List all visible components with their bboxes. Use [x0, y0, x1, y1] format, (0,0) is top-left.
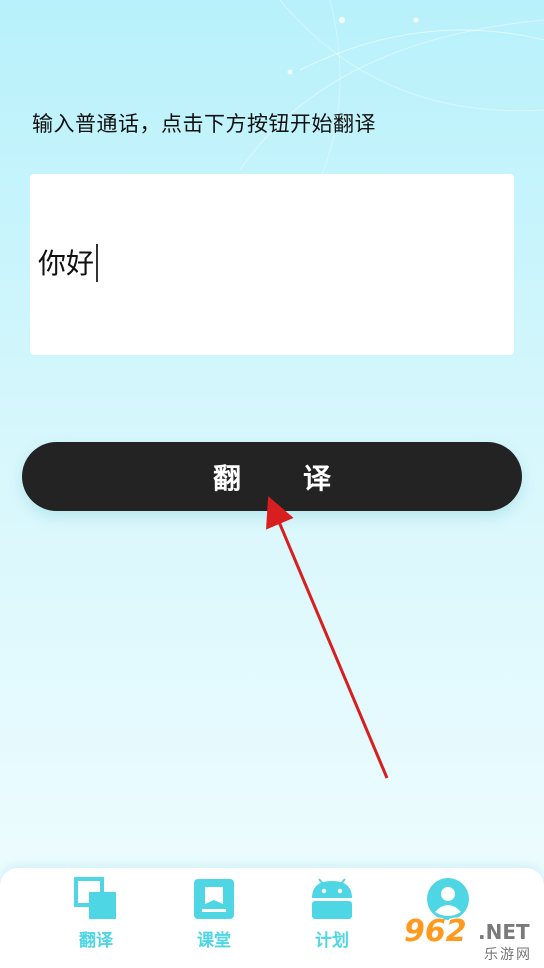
book-icon — [194, 879, 234, 919]
watermark-domain: .NET — [478, 920, 530, 944]
input-value: 你好 — [38, 247, 95, 280]
instruction-text: 输入普通话，点击下方按钮开始翻译 — [32, 112, 376, 136]
nav-item-classroom[interactable]: 课堂 — [164, 876, 264, 951]
nav-item-translate[interactable]: 翻译 — [46, 876, 146, 951]
translate-button[interactable]: 翻译 — [22, 442, 522, 511]
translate-icon — [74, 877, 116, 919]
android-icon — [312, 878, 352, 919]
watermark-site: 乐游网 — [484, 947, 532, 963]
nav-label-classroom: 课堂 — [197, 931, 231, 951]
site-watermark: 962 .NET 乐游网 — [398, 912, 544, 968]
nav-item-plan[interactable]: 计划 — [282, 876, 382, 951]
watermark-number: 962 — [404, 914, 467, 949]
mandarin-input-field[interactable]: 你好 — [30, 174, 514, 355]
text-cursor — [96, 244, 99, 282]
nav-label-plan: 计划 — [315, 931, 349, 951]
nav-label-translate: 翻译 — [79, 931, 113, 951]
